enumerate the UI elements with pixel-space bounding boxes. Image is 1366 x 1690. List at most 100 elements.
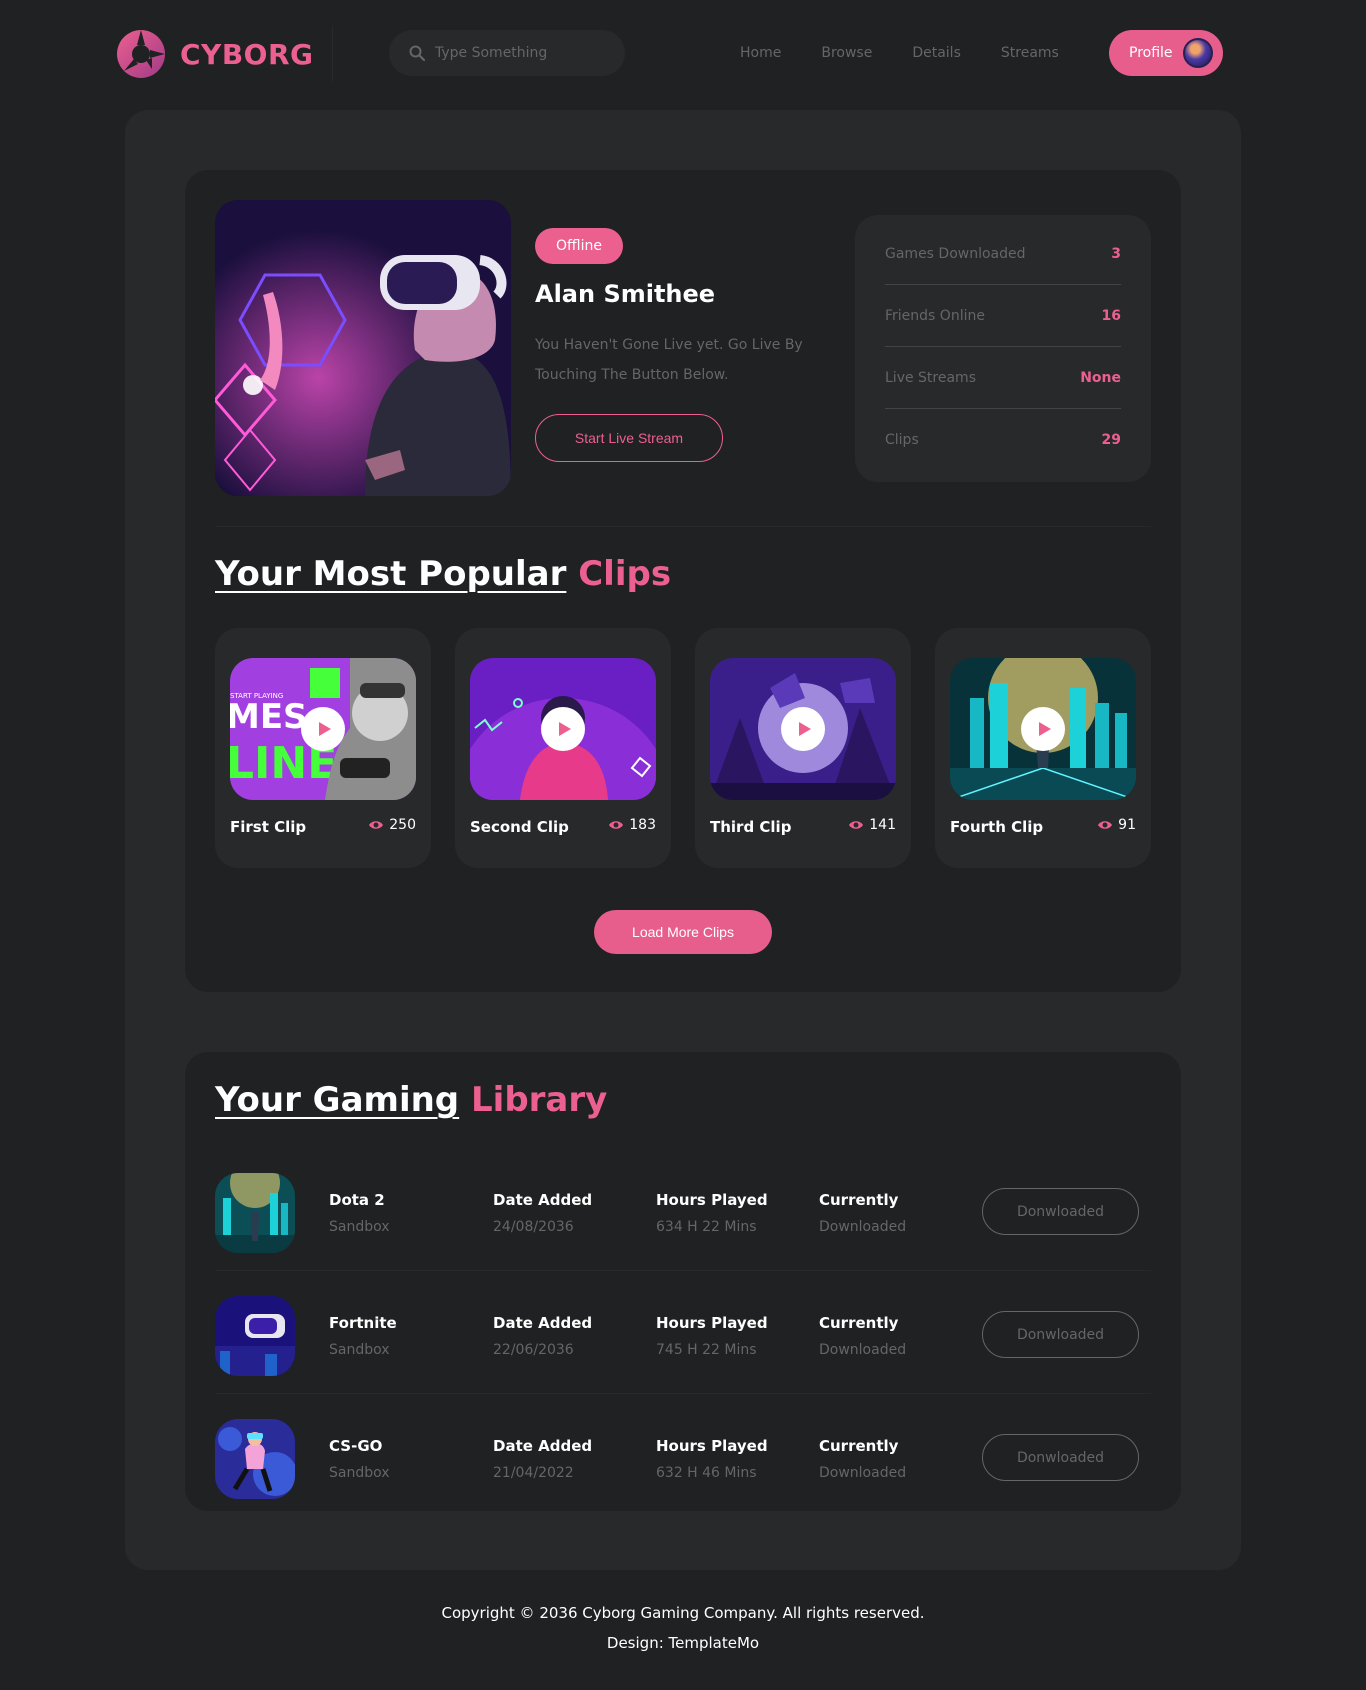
- stat-row: Live Streams None: [885, 347, 1121, 409]
- game-genre: Sandbox: [329, 1342, 390, 1358]
- search-box[interactable]: [389, 30, 625, 76]
- date-value: 24/08/2036: [493, 1219, 574, 1235]
- status-label: Currently: [819, 1314, 899, 1332]
- status-value: Downloaded: [819, 1465, 907, 1481]
- status-label: Currently: [819, 1437, 899, 1455]
- date-label: Date Added: [493, 1437, 593, 1455]
- stat-value: 16: [1101, 307, 1121, 324]
- game-name-col: Dota 2 Sandbox: [329, 1191, 390, 1235]
- design-credit: Design: TemplateMo: [606, 1634, 760, 1652]
- game-name: Fortnite: [329, 1314, 397, 1332]
- load-more-clips-button[interactable]: Load More Clips: [594, 910, 772, 954]
- hours-value: 745 H 22 Mins: [656, 1342, 757, 1358]
- downloaded-button[interactable]: Donwloaded: [982, 1434, 1139, 1481]
- nav-home[interactable]: Home: [740, 45, 781, 61]
- cyborg-logo-icon: [117, 30, 165, 78]
- play-icon[interactable]: [781, 707, 825, 751]
- status-col: Currently Downloaded: [819, 1191, 906, 1235]
- profile-card: Offline Alan Smithee You Haven't Gone Li…: [185, 170, 1181, 992]
- game-name-col: CS-GO Sandbox: [329, 1437, 390, 1481]
- clip-card[interactable]: Second Clip 183: [455, 628, 671, 868]
- date-col: Date Added 21/04/2022: [493, 1437, 592, 1481]
- stat-row: Clips 29: [885, 409, 1121, 471]
- clip-title: First Clip: [230, 818, 307, 836]
- eye-icon: [849, 821, 864, 829]
- clip-title: Fourth Clip: [950, 818, 1044, 836]
- date-value: 22/06/2036: [493, 1342, 574, 1358]
- vr-user-illustration: [215, 200, 511, 496]
- clip-thumbnail[interactable]: MES LINE START PLAYING: [230, 658, 416, 800]
- stat-row: Games Downloaded 3: [885, 223, 1121, 285]
- clip-views: 183: [608, 817, 656, 833]
- section-divider: [215, 526, 1151, 527]
- stat-label: Live Streams: [885, 369, 976, 386]
- status-col: Currently Downloaded: [819, 1314, 906, 1358]
- clip-views: 91: [1097, 817, 1136, 833]
- main-nav: Home Browse Details Streams: [740, 30, 1099, 76]
- downloaded-button[interactable]: Donwloaded: [982, 1311, 1139, 1358]
- date-value: 21/04/2022: [493, 1465, 574, 1481]
- eye-icon: [1098, 821, 1113, 829]
- library-card: Your Gaming Library Dota 2 Sandbox Date …: [185, 1052, 1181, 1511]
- play-icon[interactable]: [1021, 707, 1065, 751]
- game-thumbnail: [215, 1173, 295, 1253]
- clips-heading: Your Most Popular Clips: [215, 554, 671, 594]
- clip-views: 250: [368, 817, 416, 833]
- brand-name: CYBORG: [180, 37, 314, 71]
- clip-card[interactable]: Third Clip 141: [695, 628, 911, 868]
- stat-row: Friends Online 16: [885, 285, 1121, 347]
- stat-value: 3: [1111, 245, 1121, 262]
- avatar: [1182, 38, 1213, 68]
- svg-text:MES: MES: [230, 697, 308, 737]
- game-thumbnail: [215, 1419, 295, 1499]
- library-heading-main: Your Gaming: [215, 1080, 460, 1120]
- library-row: Dota 2 Sandbox Date Added 24/08/2036 Hou…: [215, 1148, 1151, 1271]
- play-icon[interactable]: [541, 707, 585, 751]
- profile-description: You Haven't Gone Live yet. Go Live By To…: [535, 337, 803, 383]
- status-value: Downloaded: [819, 1219, 907, 1235]
- header-divider: [332, 26, 333, 82]
- clip-thumbnail[interactable]: [950, 658, 1136, 800]
- profile-label: Profile: [1129, 45, 1173, 61]
- search-input[interactable]: [435, 45, 605, 61]
- date-label: Date Added: [493, 1314, 593, 1332]
- clip-view-count: 183: [629, 817, 656, 833]
- date-col: Date Added 22/06/2036: [493, 1314, 592, 1358]
- clip-thumbnail[interactable]: [470, 658, 656, 800]
- status-value: Downloaded: [819, 1342, 907, 1358]
- logo[interactable]: CYBORG: [116, 29, 314, 79]
- date-col: Date Added 24/08/2036: [493, 1191, 592, 1235]
- nav-streams[interactable]: Streams: [1001, 45, 1059, 61]
- clip-title: Third Clip: [710, 818, 792, 836]
- stat-label: Games Downloaded: [885, 245, 1026, 262]
- game-name-col: Fortnite Sandbox: [329, 1314, 397, 1358]
- hours-label: Hours Played: [656, 1437, 768, 1455]
- profile-stats: Games Downloaded 3 Friends Online 16 Liv…: [855, 215, 1151, 482]
- play-icon[interactable]: [301, 707, 345, 751]
- search-icon: [409, 45, 425, 61]
- clip-view-count: 91: [1118, 817, 1136, 833]
- clip-thumbnail[interactable]: [710, 658, 896, 800]
- hours-label: Hours Played: [656, 1191, 768, 1209]
- nav-browse[interactable]: Browse: [821, 45, 872, 61]
- copyright-text: Copyright © 2036 Cyborg Gaming Company. …: [441, 1604, 925, 1622]
- stat-label: Friends Online: [885, 307, 985, 324]
- clip-card[interactable]: Fourth Clip 91: [935, 628, 1151, 868]
- clips-heading-main: Your Most Popular: [215, 554, 567, 594]
- hours-label: Hours Played: [656, 1314, 768, 1332]
- eye-icon: [369, 821, 384, 829]
- library-row: Fortnite Sandbox Date Added 22/06/2036 H…: [215, 1271, 1151, 1394]
- status-badge: Offline: [535, 228, 623, 264]
- clip-card[interactable]: MES LINE START PLAYING First Clip 250: [215, 628, 431, 868]
- game-name: CS-GO: [329, 1437, 383, 1455]
- library-row: CS-GO Sandbox Date Added 21/04/2022 Hour…: [215, 1394, 1151, 1517]
- nav-details[interactable]: Details: [912, 45, 961, 61]
- start-live-stream-button[interactable]: Start Live Stream: [535, 414, 723, 462]
- svg-text:START PLAYING: START PLAYING: [230, 692, 283, 700]
- date-label: Date Added: [493, 1191, 593, 1209]
- profile-button[interactable]: Profile: [1109, 30, 1223, 76]
- stat-value: None: [1080, 369, 1121, 386]
- eye-icon: [609, 821, 624, 829]
- clip-title: Second Clip: [470, 818, 569, 836]
- downloaded-button[interactable]: Donwloaded: [982, 1188, 1139, 1235]
